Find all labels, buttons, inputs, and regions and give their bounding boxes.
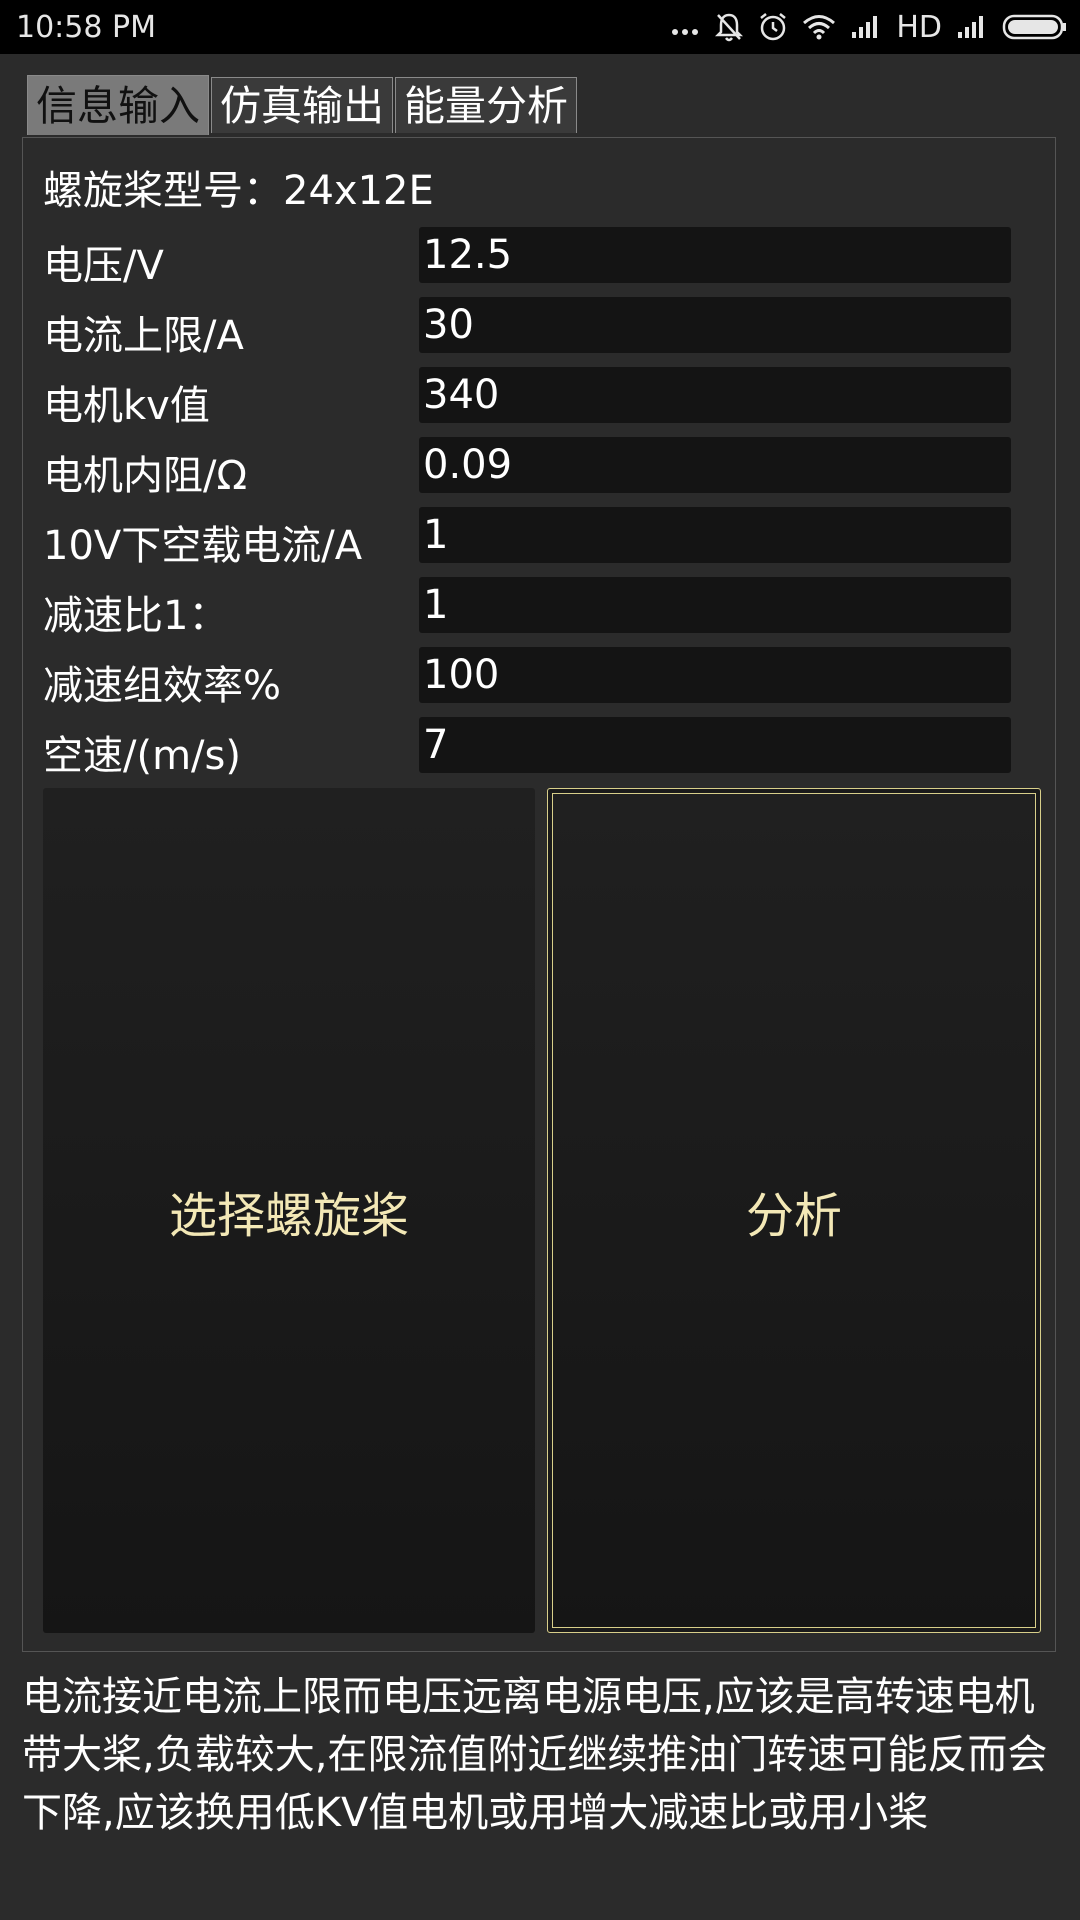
voltage-label: 电压/V [43, 243, 164, 289]
airspeed-input[interactable]: 7 [419, 717, 1011, 773]
input-panel: 螺旋桨型号：24x12E 电压/V 12.5 电流上限/A 30 电机kv值 3… [22, 137, 1056, 1652]
motor-kv-input[interactable]: 340 [419, 367, 1011, 423]
network-type: HD [896, 9, 942, 45]
status-icons: HD [670, 6, 1068, 48]
bell-off-icon [714, 11, 744, 43]
gear-efficiency-label: 减速组效率% [43, 663, 282, 709]
status-time: 10:58 PM [16, 10, 156, 45]
tab-simulation-output[interactable]: 仿真输出 [211, 77, 393, 133]
field-row-motor-resistance: 电机内阻/Ω 0.09 [43, 437, 1043, 499]
gear-ratio-label: 减速比1： [43, 593, 229, 639]
alarm-icon [758, 11, 788, 43]
tab-energy-analysis[interactable]: 能量分析 [395, 77, 577, 133]
propeller-model-label: 螺旋桨型号：24x12E [43, 168, 434, 214]
field-row-current-limit: 电流上限/A 30 [43, 297, 1043, 359]
signal-icon [850, 14, 882, 40]
tab-info-input[interactable]: 信息输入 [27, 75, 209, 135]
wifi-icon [802, 13, 836, 41]
voltage-input[interactable]: 12.5 [419, 227, 1011, 283]
signal-icon [956, 14, 988, 40]
no-load-current-input[interactable]: 1 [419, 507, 1011, 563]
field-row-motor-kv: 电机kv值 340 [43, 367, 1043, 429]
analysis-message: 电流接近电流上限而电压远离电源电压,应该是高转速电机带大桨,负载较大,在限流值附… [22, 1674, 1048, 1836]
field-row-voltage: 电压/V 12.5 [43, 227, 1043, 289]
current-limit-input[interactable]: 30 [419, 297, 1011, 353]
select-propeller-button[interactable]: 选择螺旋桨 [43, 788, 535, 1633]
status-bar: 10:58 PM HD [0, 0, 1080, 54]
gear-ratio-input[interactable]: 1 [419, 577, 1011, 633]
no-load-current-label: 10V下空载电流/A [43, 523, 363, 569]
motor-resistance-input[interactable]: 0.09 [419, 437, 1011, 493]
more-dots-icon [670, 12, 700, 42]
battery-icon [1002, 13, 1068, 41]
field-row-airspeed: 空速/(m/s) 7 [43, 717, 1043, 779]
field-row-no-load-current: 10V下空载电流/A 1 [43, 507, 1043, 569]
motor-kv-label: 电机kv值 [43, 383, 210, 429]
airspeed-label: 空速/(m/s) [43, 733, 241, 779]
motor-resistance-label: 电机内阻/Ω [43, 453, 248, 499]
field-row-gear-ratio: 减速比1： 1 [43, 577, 1043, 639]
tab-bar: 信息输入 仿真输出 能量分析 [27, 75, 579, 135]
analyze-button[interactable]: 分析 [547, 788, 1041, 1633]
field-row-gear-efficiency: 减速组效率% 100 [43, 647, 1043, 709]
gear-efficiency-input[interactable]: 100 [419, 647, 1011, 703]
current-limit-label: 电流上限/A [43, 313, 244, 359]
